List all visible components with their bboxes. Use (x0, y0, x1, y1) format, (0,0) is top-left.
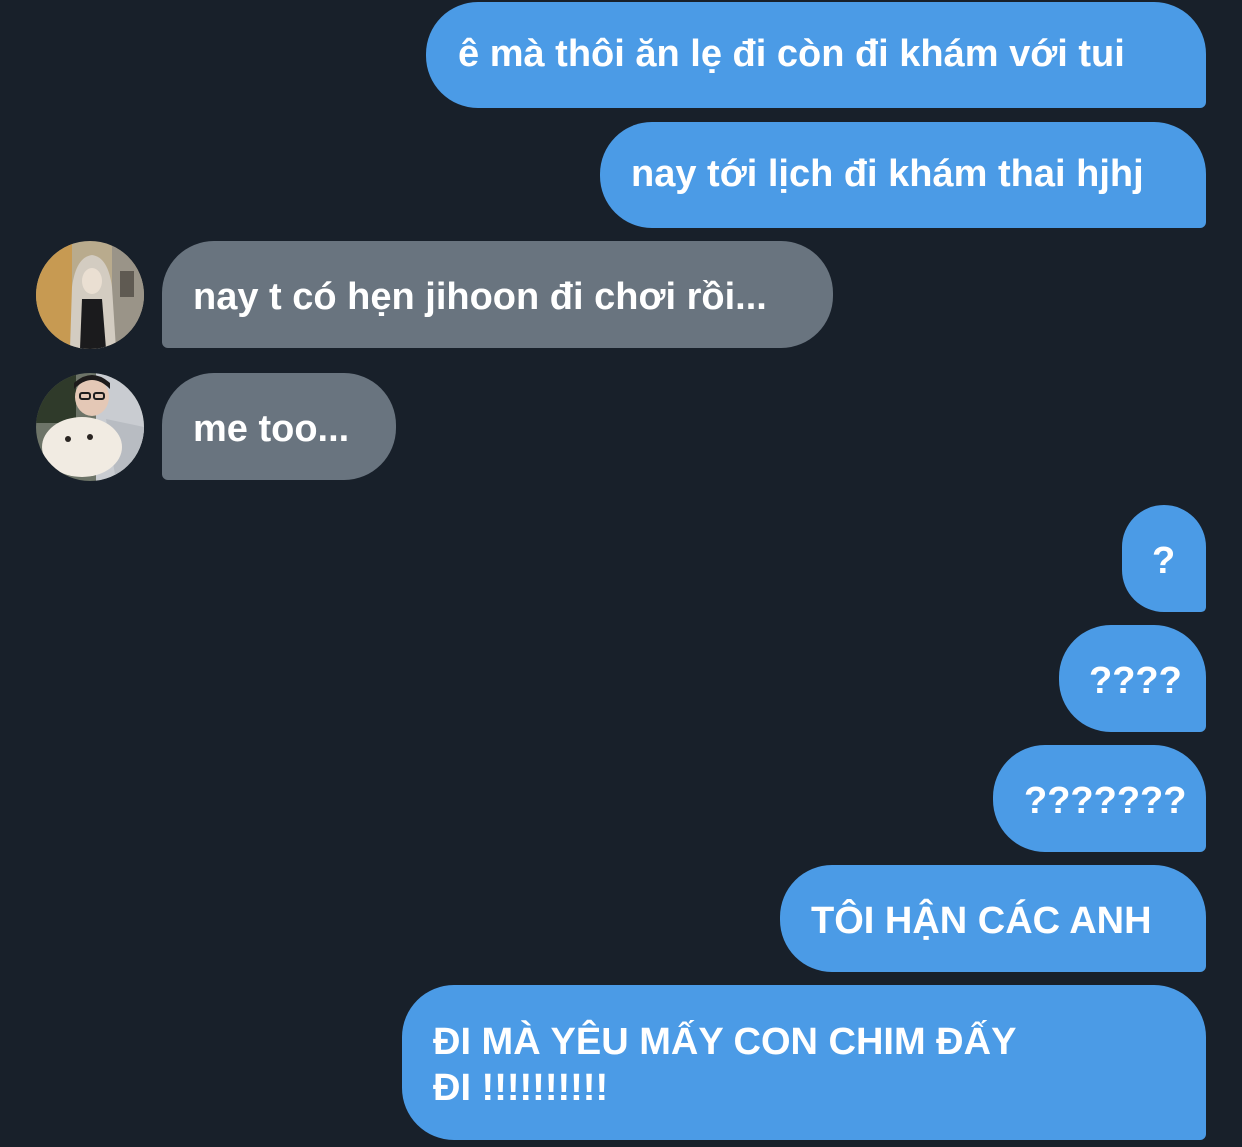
outgoing-message-bubble[interactable]: TÔI HẬN CÁC ANH (780, 865, 1206, 972)
message-text: ê mà thôi ăn lẹ đi còn đi khám với tui (458, 33, 1125, 75)
user-avatar-hoodie[interactable] (36, 241, 144, 349)
outgoing-message-bubble[interactable]: ê mà thôi ăn lẹ đi còn đi khám với tui (426, 2, 1206, 108)
chat-thread: ê mà thôi ăn lẹ đi còn đi khám với tui n… (0, 0, 1242, 1147)
message-text-line: ĐI MÀ YÊU MẤY CON CHIM ĐẤY (433, 1021, 1017, 1063)
message-text: nay tới lịch đi khám thai hjhj (631, 153, 1144, 195)
avatar-glasses-dog-icon (36, 373, 144, 481)
avatar-hoodie-icon (36, 241, 144, 349)
message-text: ? (1152, 540, 1176, 582)
outgoing-message-bubble[interactable]: nay tới lịch đi khám thai hjhj (600, 122, 1206, 228)
message-text: nay t có hẹn jihoon đi chơi rồi... (193, 276, 767, 318)
message-text: me too... (193, 408, 350, 450)
outgoing-message-bubble[interactable]: ? (1122, 505, 1206, 612)
outgoing-message-bubble[interactable]: ??????? (993, 745, 1206, 852)
message-text: ??????? (1024, 780, 1187, 822)
outgoing-message-bubble[interactable]: ĐI MÀ YÊU MẤY CON CHIM ĐẤY ĐI !!!!!!!!!! (402, 985, 1206, 1140)
message-text-line: ĐI !!!!!!!!!! (433, 1067, 609, 1109)
incoming-message-bubble[interactable]: nay t có hẹn jihoon đi chơi rồi... (162, 241, 833, 348)
message-text: TÔI HẬN CÁC ANH (811, 900, 1152, 942)
message-text: ???? (1089, 660, 1182, 702)
outgoing-message-bubble[interactable]: ???? (1059, 625, 1206, 732)
user-avatar-glasses-dog[interactable] (36, 373, 144, 481)
incoming-message-bubble[interactable]: me too... (162, 373, 396, 480)
